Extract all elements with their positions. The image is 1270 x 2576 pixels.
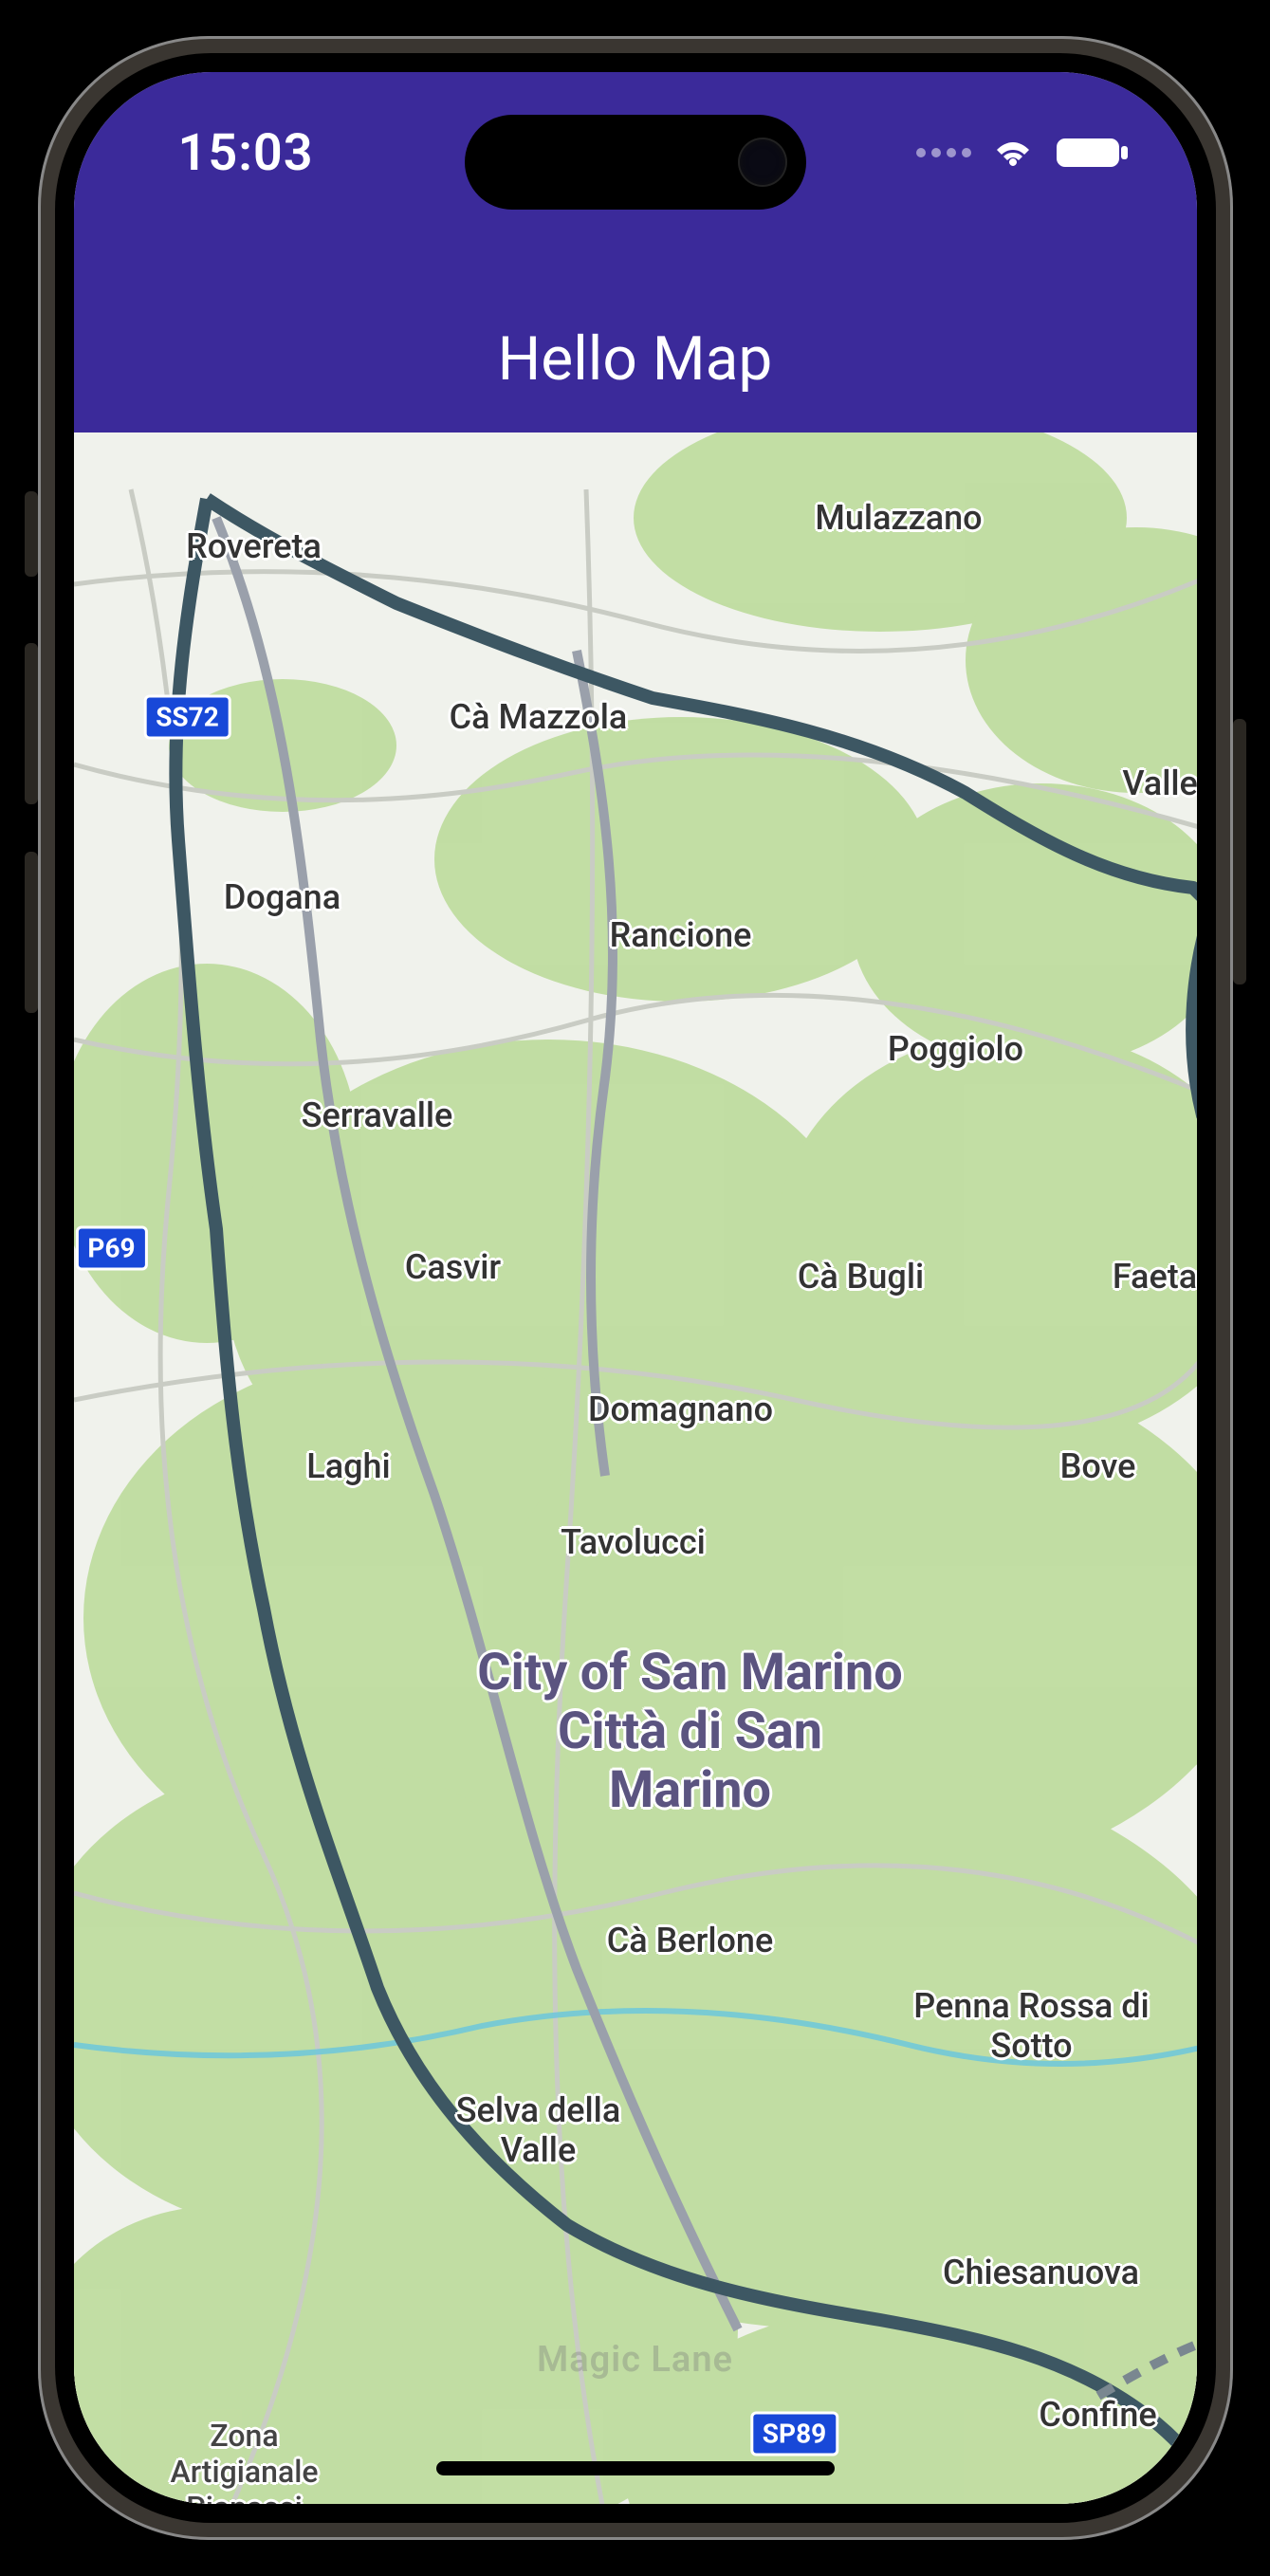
city-label-line3: Marino bbox=[609, 1760, 771, 1820]
place-label-tavolucci: Tavolucci bbox=[561, 1522, 706, 1562]
zona-line2: Artigianale bbox=[170, 2454, 318, 2490]
map-view[interactable]: Rovereta Mulazzano Cà Mazzola Vallec Dog… bbox=[74, 432, 1197, 2504]
silence-switch[interactable] bbox=[25, 491, 38, 577]
front-camera bbox=[740, 139, 785, 185]
place-label-serravalle: Serravalle bbox=[302, 1095, 453, 1135]
volume-up-button[interactable] bbox=[25, 643, 38, 804]
road-shield-ss72: SS72 bbox=[143, 695, 231, 740]
place-label-penna-rossa: Penna Rossa di Sotto bbox=[890, 1986, 1174, 2066]
place-label-confine: Confine bbox=[1039, 2395, 1156, 2435]
zona-line3: Pianacci bbox=[186, 2490, 302, 2504]
place-label-ca-mazzola: Cà Mazzola bbox=[450, 697, 628, 737]
phone-bezel: 15:03 Hello Map bbox=[55, 53, 1216, 2523]
phone-frame: 15:03 Hello Map bbox=[38, 36, 1233, 2540]
place-label-bove: Bove bbox=[1060, 1446, 1136, 1486]
place-label-vallec: Vallec bbox=[1122, 764, 1196, 803]
home-indicator[interactable] bbox=[436, 2461, 835, 2475]
road-shield-sp89: SP89 bbox=[750, 2412, 838, 2456]
volume-down-button[interactable] bbox=[25, 852, 38, 1013]
place-label-faetan: Faetan bbox=[1113, 1257, 1197, 1297]
place-label-casvir: Casvir bbox=[405, 1247, 501, 1287]
place-label-domagnano: Domagnano bbox=[588, 1389, 773, 1429]
zona-line1: Zona bbox=[210, 2418, 278, 2454]
place-label-chiesanuova: Chiesanuova bbox=[943, 2253, 1139, 2292]
place-label-rovereta: Rovereta bbox=[186, 526, 322, 566]
city-label-line1: City of San Marino bbox=[477, 1643, 903, 1702]
screen: 15:03 Hello Map bbox=[74, 72, 1197, 2504]
place-label-zona-artigianale: Zona Artigianale Pianacci bbox=[131, 2418, 359, 2504]
power-button[interactable] bbox=[1233, 719, 1246, 984]
status-time: 15:03 bbox=[178, 123, 314, 183]
place-label-laghi: Laghi bbox=[306, 1446, 390, 1486]
place-label-poggiolo: Poggiolo bbox=[888, 1029, 1023, 1069]
place-label-selva: Selva della Valle bbox=[415, 2090, 662, 2170]
place-label-dogana: Dogana bbox=[224, 877, 341, 917]
selva-line2: Valle bbox=[501, 2130, 576, 2170]
penna-rossa-line1: Penna Rossa di bbox=[913, 1986, 1149, 2026]
place-label-ca-bugli: Cà Bugli bbox=[798, 1257, 924, 1297]
wifi-icon bbox=[988, 134, 1038, 172]
status-icons bbox=[916, 134, 1131, 172]
map-watermark: Magic Lane bbox=[537, 2339, 733, 2381]
city-label-san-marino: City of San Marino Città di San Marino bbox=[406, 1644, 975, 1820]
road-shield-p69: P69 bbox=[75, 1226, 147, 1271]
map-canvas bbox=[74, 432, 1197, 2504]
dynamic-island[interactable] bbox=[465, 115, 806, 210]
recording-dots-icon bbox=[916, 148, 971, 157]
place-label-mulazzano: Mulazzano bbox=[815, 498, 982, 538]
city-label-line2: Città di San bbox=[558, 1702, 822, 1761]
penna-rossa-line2: Sotto bbox=[990, 2026, 1072, 2066]
battery-icon bbox=[1055, 135, 1131, 171]
app-title: Hello Map bbox=[498, 323, 773, 395]
place-label-ca-berlone: Cà Berlone bbox=[607, 1921, 774, 1960]
place-label-rancione: Rancione bbox=[610, 915, 752, 955]
selva-line1: Selva della bbox=[456, 2090, 621, 2130]
